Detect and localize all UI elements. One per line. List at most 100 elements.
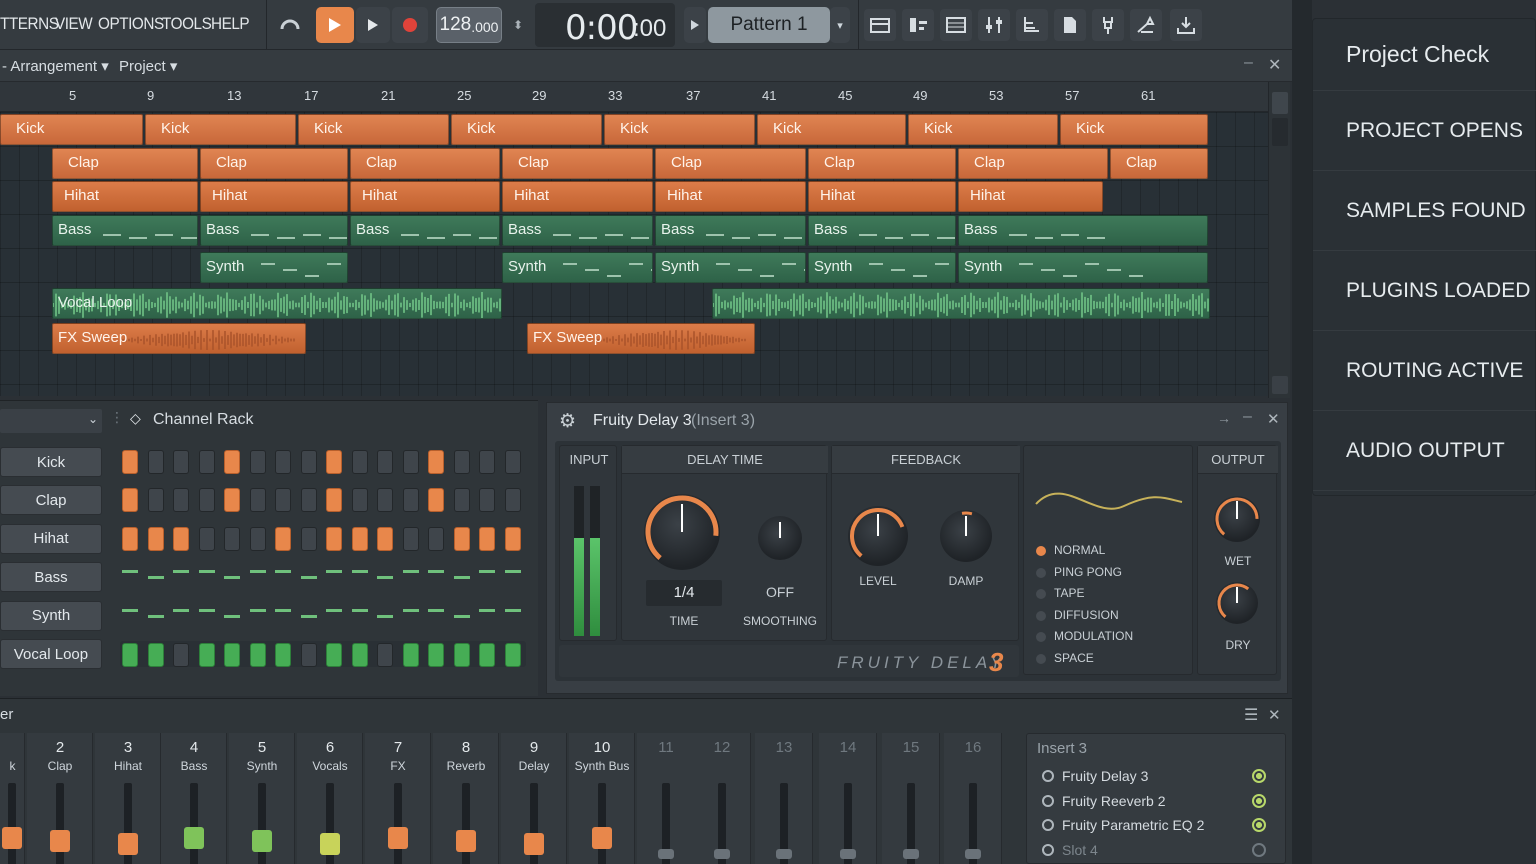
vertical-scrollbar[interactable]	[1268, 82, 1290, 398]
step-button[interactable]	[198, 450, 215, 474]
step-button[interactable]	[428, 488, 444, 513]
wizard-icon[interactable]	[1130, 9, 1162, 41]
step-button[interactable]	[402, 643, 419, 667]
channel-kick[interactable]: Kick	[0, 447, 102, 477]
channel-vocal-loop[interactable]: Vocal Loop	[0, 639, 102, 669]
mode-option-space[interactable]: SPACE	[1036, 650, 1186, 668]
project-dropdown[interactable]: Project ▾	[119, 57, 177, 75]
fader-handle[interactable]	[50, 830, 70, 852]
resize-arrows-icon[interactable]: ◇	[130, 410, 141, 427]
smoothing-knob[interactable]	[758, 516, 802, 560]
step-button[interactable]	[198, 488, 215, 513]
clip-synth[interactable]: Synth	[655, 252, 806, 283]
level-knob[interactable]	[848, 506, 908, 566]
step-button[interactable]	[402, 526, 419, 551]
fader-handle[interactable]	[592, 827, 612, 849]
clip-kick[interactable]: Kick	[1060, 114, 1208, 145]
mode-option-normal[interactable]: NORMAL	[1036, 542, 1186, 560]
mixer-strip[interactable]: 13	[755, 733, 813, 864]
step-button[interactable]	[351, 488, 368, 513]
fader-handle[interactable]	[118, 833, 138, 855]
mixer-strip[interactable]: 9 Delay	[501, 733, 567, 864]
play-pattern-button[interactable]	[356, 7, 390, 43]
step-button[interactable]	[326, 643, 342, 667]
wet-knob[interactable]	[1214, 496, 1260, 542]
export-icon[interactable]	[1170, 9, 1202, 41]
clip-fx-sweep[interactable]: FX Sweep	[527, 323, 755, 354]
clip-kick[interactable]: Kick	[908, 114, 1058, 145]
clip-bass[interactable]: Bass	[350, 215, 500, 246]
fader-handle[interactable]	[903, 849, 919, 859]
channel-hihat[interactable]: Hihat	[0, 523, 102, 554]
step-button[interactable]	[504, 526, 521, 551]
scroll-thumb[interactable]	[1272, 118, 1288, 146]
clip-bass[interactable]: Bass	[502, 215, 653, 246]
fader-handle[interactable]	[2, 827, 22, 849]
step-button[interactable]	[300, 526, 317, 551]
step-button[interactable]	[428, 526, 444, 551]
clip-clap[interactable]: Clap	[808, 148, 956, 179]
slot-enable-icon[interactable]	[1252, 842, 1266, 857]
arrow-icon[interactable]: →	[1217, 410, 1231, 426]
fader-handle[interactable]	[776, 849, 792, 859]
channel-synth[interactable]: Synth	[0, 600, 102, 631]
step-button[interactable]	[326, 450, 342, 474]
step-button[interactable]	[453, 488, 470, 513]
clip-bass[interactable]: Bass	[52, 215, 198, 246]
step-button[interactable]	[122, 488, 138, 513]
step-button[interactable]	[402, 488, 419, 513]
scroll-down-icon[interactable]	[1272, 376, 1288, 394]
clip-clap[interactable]: Clap	[52, 148, 198, 179]
clip-vocal-loop[interactable]	[712, 288, 1210, 319]
clip-clap[interactable]: Clap	[200, 148, 348, 179]
clip-fx-sweep[interactable]: FX Sweep	[52, 323, 306, 354]
clip-clap[interactable]: Clap	[502, 148, 653, 179]
fader-handle[interactable]	[320, 833, 340, 855]
step-button[interactable]	[147, 526, 164, 551]
arrangement-title[interactable]: - Arrangement ▾	[2, 57, 109, 75]
time-value[interactable]: 1/4	[646, 584, 722, 601]
step-button[interactable]	[275, 526, 291, 551]
clip-synth[interactable]: Synth	[200, 252, 348, 283]
clip-hihat[interactable]: Hihat	[52, 181, 198, 212]
playlist-icon[interactable]	[864, 9, 896, 41]
mixer-strip[interactable]: 2 Clap	[27, 733, 93, 864]
minimize-icon[interactable]: –	[1244, 54, 1253, 72]
damp-knob[interactable]	[940, 510, 992, 562]
step-button[interactable]	[300, 488, 317, 513]
clip-bass[interactable]: Bass	[655, 215, 806, 246]
slot-enable-icon[interactable]	[1252, 769, 1266, 783]
step-button[interactable]	[453, 450, 470, 474]
clip-clap[interactable]: Clap	[1110, 148, 1208, 179]
clip-hihat[interactable]: Hihat	[502, 181, 653, 212]
step-button[interactable]	[504, 643, 521, 667]
metronome-icon[interactable]	[274, 7, 306, 43]
mixer-strip[interactable]: k	[0, 733, 25, 864]
clip-kick[interactable]: Kick	[298, 114, 449, 145]
step-button[interactable]	[479, 450, 495, 474]
step-button[interactable]	[402, 450, 419, 474]
step-button[interactable]	[428, 450, 444, 474]
clip-hihat[interactable]: Hihat	[350, 181, 500, 212]
fader-handle[interactable]	[388, 827, 408, 849]
mixer-strip[interactable]: 15	[882, 733, 940, 864]
step-button[interactable]	[453, 526, 470, 551]
step-button[interactable]	[224, 643, 240, 667]
record-button[interactable]	[392, 7, 428, 43]
step-button[interactable]	[198, 643, 215, 667]
fx-slot[interactable]: Fruity Delay 3	[1032, 764, 1280, 788]
step-button[interactable]	[224, 526, 240, 551]
mode-option-ping-pong[interactable]: PING PONG	[1036, 564, 1186, 582]
step-button[interactable]	[173, 526, 189, 551]
mode-option-modulation[interactable]: MODULATION	[1036, 628, 1186, 646]
step-button[interactable]	[198, 526, 215, 551]
clip-kick[interactable]: Kick	[145, 114, 296, 145]
step-button[interactable]	[377, 450, 393, 474]
mixer-strip[interactable]: 11	[637, 733, 695, 864]
mixer-strip[interactable]: 7 FX	[365, 733, 431, 864]
fader-handle[interactable]	[524, 833, 544, 855]
menu-tools[interactable]: TOOLS	[162, 14, 212, 34]
mixer-strip[interactable]: 3 Hihat	[95, 733, 161, 864]
clip-bass[interactable]: Bass	[200, 215, 348, 246]
grip-icon[interactable]: ⋮	[110, 409, 124, 426]
